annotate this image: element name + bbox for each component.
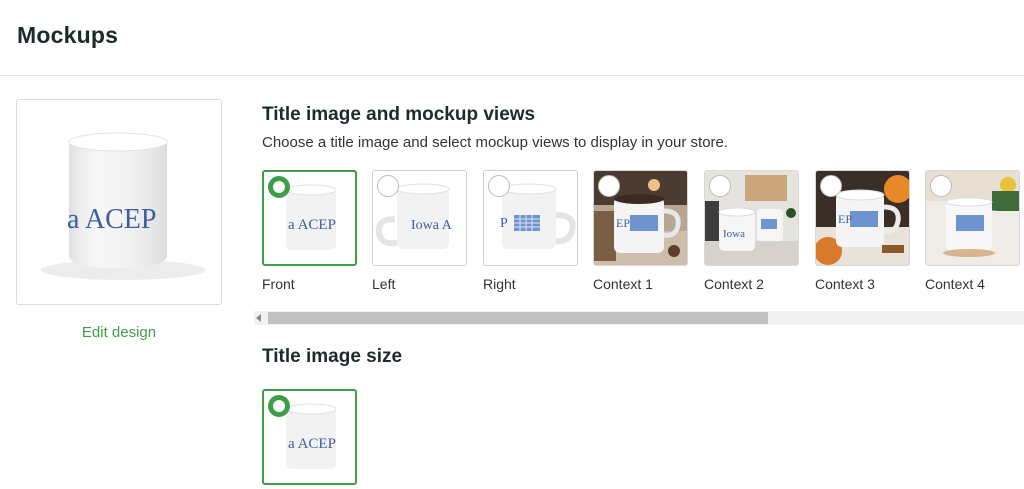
radio-unselected[interactable]: [820, 175, 842, 197]
title-image-preview: a ACEP: [16, 99, 222, 305]
scroll-left-arrow-icon[interactable]: [256, 314, 261, 322]
radio-unselected[interactable]: [709, 175, 731, 197]
mockup-label: Right: [483, 276, 516, 292]
mockup-front[interactable]: a ACEP Front: [262, 170, 358, 292]
svg-text:a ACEP: a ACEP: [288, 436, 336, 452]
svg-text:EP: EP: [616, 216, 630, 230]
radio-unselected[interactable]: [598, 175, 620, 197]
thumbnail-box: P: [483, 170, 578, 266]
mockup-label: Context 1: [593, 276, 653, 292]
thumbnail-box: EP: [815, 170, 910, 266]
edit-design-link[interactable]: Edit design: [0, 324, 238, 341]
page-title: Mockups: [17, 22, 119, 48]
header: Mockups: [0, 0, 1024, 76]
svg-text:EP: EP: [838, 212, 852, 226]
svg-text:Iowa A: Iowa A: [411, 218, 453, 233]
radio-unselected[interactable]: [930, 175, 952, 197]
radio-unselected[interactable]: [488, 175, 510, 197]
mockup-label: Context 2: [704, 276, 764, 292]
title-image-size-option[interactable]: a ACEP: [262, 389, 357, 485]
radio-selected[interactable]: [268, 176, 290, 198]
title-image-size-title: Title image size: [262, 346, 403, 367]
mockup-context-4[interactable]: Context 4: [925, 170, 1021, 292]
thumbnail-box: Iowa A: [372, 170, 467, 266]
svg-text:a ACEP: a ACEP: [288, 217, 336, 233]
svg-text:Iowa: Iowa: [723, 228, 745, 240]
thumbnail-box: Iowa: [704, 170, 799, 266]
thumbnail-box: [925, 170, 1020, 266]
mockup-left[interactable]: Iowa A Left: [372, 170, 468, 292]
scrollbar-thumb[interactable]: [268, 312, 768, 324]
mockup-label: Left: [372, 276, 396, 292]
mockup-views-title: Title image and mockup views: [262, 104, 536, 125]
mockup-views-subtitle: Choose a title image and select mockup v…: [262, 134, 729, 151]
horizontal-scrollbar[interactable]: [254, 311, 1024, 325]
mockup-label: Context 4: [925, 276, 985, 292]
mockup-context-3[interactable]: EP Context 3: [815, 170, 911, 292]
svg-text:P: P: [500, 216, 508, 231]
thumbnail-box: a ACEP: [262, 170, 357, 266]
mug-image: a ACEP: [41, 132, 205, 280]
mockup-context-1[interactable]: EP Context 1: [593, 170, 689, 292]
radio-selected[interactable]: [268, 395, 290, 417]
radio-unselected[interactable]: [377, 175, 399, 197]
mockup-label: Front: [262, 276, 295, 292]
mockup-context-2[interactable]: Iowa Context 2: [704, 170, 800, 292]
thumbnail-box: EP: [593, 170, 688, 266]
mockup-label: Context 3: [815, 276, 875, 292]
mockup-right[interactable]: P Right: [483, 170, 579, 292]
mug-text: a ACEP: [67, 204, 156, 235]
mockup-thumbnails: a ACEP Front Iowa A Left P Right EP Cont…: [262, 170, 1024, 300]
